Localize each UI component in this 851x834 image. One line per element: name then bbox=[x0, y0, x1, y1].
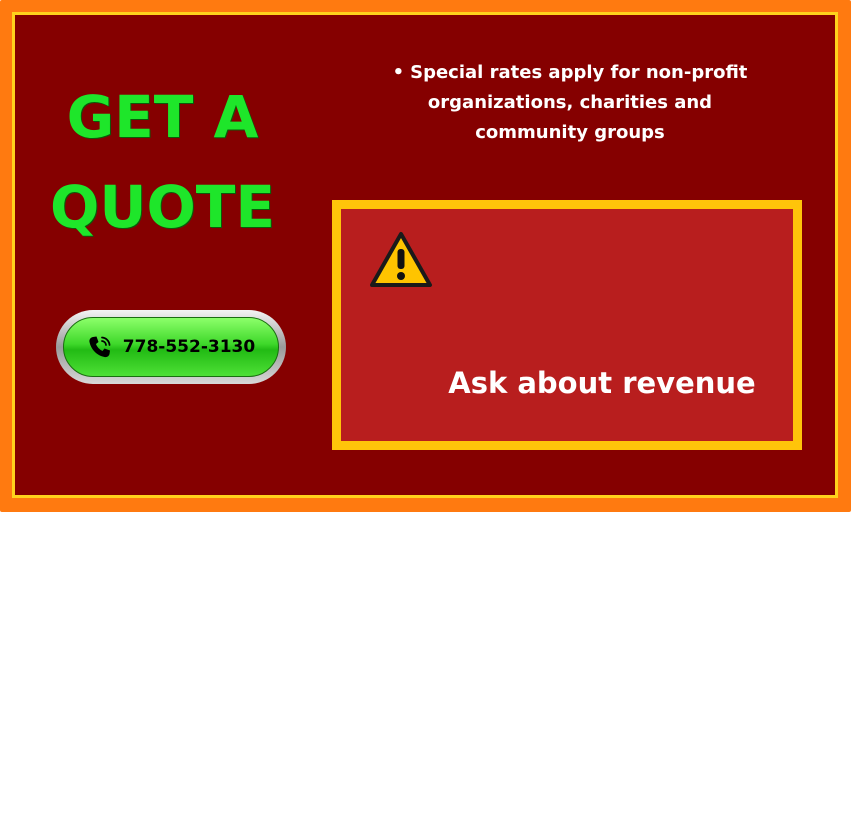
revenue-sharing-notice: Ask about revenue sharing - Partnership … bbox=[332, 200, 802, 718]
notice-line-1: Ask about revenue bbox=[448, 366, 756, 400]
notice-text: Ask about revenue sharing - Partnership … bbox=[341, 251, 793, 834]
notice-inner: Ask about revenue sharing - Partnership … bbox=[341, 209, 793, 718]
special-rates-text: Special rates apply for non-profit organ… bbox=[410, 62, 748, 143]
phone-number: 778-552-3130 bbox=[122, 337, 256, 357]
call-button-face[interactable]: 778-552-3130 bbox=[63, 317, 279, 377]
headline-line-1: GET A bbox=[66, 83, 259, 151]
call-phone-button[interactable]: 778-552-3130 bbox=[56, 310, 286, 384]
notice-line-2: sharing - Partnership bbox=[383, 525, 751, 559]
get-a-quote-heading: GET A QUOTE bbox=[40, 72, 285, 252]
notice-line-3: Events - for fundraising bbox=[373, 684, 761, 718]
bullet-dot: • bbox=[392, 62, 405, 83]
phone-icon bbox=[89, 336, 111, 358]
special-rates-bullet: • Special rates apply for non-profit orga… bbox=[370, 58, 770, 148]
headline-line-2: QUOTE bbox=[50, 173, 275, 241]
